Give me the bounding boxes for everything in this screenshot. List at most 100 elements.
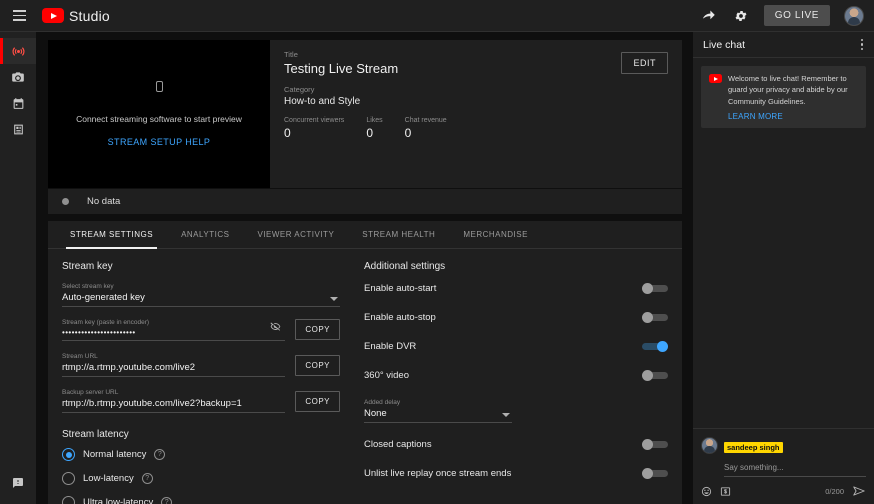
brand-label: Studio <box>69 7 110 24</box>
sidebar-item-schedule[interactable] <box>0 90 36 116</box>
chat-user-column: sandeep singh Say something... <box>724 437 866 477</box>
status-dot <box>62 198 69 205</box>
radio-ultra-low-latency[interactable]: Ultra low-latency ? <box>62 496 340 504</box>
youtube-logo-icon <box>42 8 64 23</box>
select-stream-key-value: Auto-generated key <box>62 292 145 303</box>
added-delay-control[interactable]: Added delay None <box>364 399 512 423</box>
copy-backup-url-button[interactable]: COPY <box>295 391 340 412</box>
stream-url-row: Stream URL rtmp://a.rtmp.youtube.com/liv… <box>62 353 340 377</box>
stream-info-card: Title Testing Live Stream Category How-t… <box>270 40 682 188</box>
radio-button[interactable] <box>62 472 75 485</box>
chevron-down-icon[interactable] <box>330 297 338 301</box>
stream-url-label: Stream URL <box>62 353 98 360</box>
notice-text: Welcome to live chat! Remember to guard … <box>728 74 848 106</box>
live-chat-messages: Welcome to live chat! Remember to guard … <box>693 58 874 428</box>
added-delay-field[interactable]: Added delay None <box>364 399 512 423</box>
top-header: Studio GO LIVE <box>0 0 874 32</box>
video-camera-icon <box>155 81 163 92</box>
share-icon[interactable] <box>700 7 718 25</box>
stream-key-label: Stream key (paste in encoder) <box>62 319 150 326</box>
stream-url-control[interactable]: Stream URL rtmp://a.rtmp.youtube.com/liv… <box>62 353 286 377</box>
kebab-menu-icon[interactable] <box>858 36 867 54</box>
hamburger-icon[interactable] <box>8 5 30 27</box>
select-stream-key-label: Select stream key <box>62 283 114 290</box>
toggle-label: Unlist live replay once stream ends <box>364 468 512 479</box>
camera-icon <box>12 72 24 82</box>
radio-normal-latency[interactable]: Normal latency ? <box>62 448 340 461</box>
radio-button[interactable] <box>62 496 75 504</box>
tab-stream-health[interactable]: STREAM HEALTH <box>348 221 449 248</box>
sidebar-item-stream[interactable] <box>0 38 36 64</box>
backup-url-control[interactable]: Backup server URL rtmp://b.rtmp.youtube.… <box>62 389 286 413</box>
emoji-icon[interactable] <box>701 486 712 497</box>
toggle-row-auto-start: Enable auto-start <box>364 283 668 294</box>
send-icon[interactable] <box>852 484 866 498</box>
toggle-unlist-live-replay[interactable] <box>642 468 668 479</box>
tab-merchandise[interactable]: MERCHANDISE <box>449 221 542 248</box>
studio-brand[interactable]: Studio <box>42 8 110 24</box>
calendar-icon <box>13 97 23 109</box>
eye-off-icon[interactable] <box>270 319 281 337</box>
toggle-enable-dvr[interactable] <box>642 341 668 352</box>
chat-input-area: sandeep singh Say something... 0/200 <box>693 428 874 504</box>
chat-welcome-notice: Welcome to live chat! Remember to guard … <box>701 66 866 128</box>
toggle-enable-auto-stop[interactable] <box>642 312 668 323</box>
stat-likes: Likes 0 <box>366 117 382 140</box>
edit-button[interactable]: EDIT <box>621 52 668 74</box>
youtube-icon <box>709 74 722 83</box>
radio-low-latency[interactable]: Low-latency ? <box>62 472 340 485</box>
toggle-label: Closed captions <box>364 439 432 450</box>
stat-value: 0 <box>284 126 291 140</box>
avatar[interactable] <box>701 437 718 454</box>
live-chat-panel: Live chat Welcome to live chat! Remember… <box>692 32 874 504</box>
radio-button[interactable] <box>62 448 75 461</box>
toggle-row-360-video: 360° video <box>364 370 668 381</box>
backup-url-field: Backup server URL rtmp://b.rtmp.youtube.… <box>62 389 340 413</box>
toggle-row-closed-captions: Closed captions <box>364 439 668 450</box>
learn-more-link[interactable]: LEARN MORE <box>728 112 858 121</box>
sidebar-item-manage[interactable] <box>0 116 36 142</box>
notice-content: Welcome to live chat! Remember to guard … <box>728 73 858 121</box>
go-live-button[interactable]: GO LIVE <box>763 5 830 26</box>
sidebar-item-webcam[interactable] <box>0 64 36 90</box>
toggle-label: Enable auto-start <box>364 283 437 294</box>
stat-value: 0 <box>404 126 412 140</box>
toggle-closed-captions[interactable] <box>642 439 668 450</box>
backup-url-label: Backup server URL <box>62 389 119 396</box>
stream-manage-icon <box>13 124 23 134</box>
toggle-enable-auto-start[interactable] <box>642 283 668 294</box>
select-stream-key-control[interactable]: Select stream key Auto-generated key <box>62 283 340 307</box>
gear-icon[interactable] <box>732 7 750 25</box>
added-delay-label: Added delay <box>364 399 401 406</box>
category-label: Category <box>284 85 315 94</box>
stream-stats: Concurrent viewers 0 Likes 0 Chat revenu… <box>284 117 668 140</box>
chevron-down-icon[interactable] <box>502 413 510 417</box>
tab-viewer-activity[interactable]: VIEWER ACTIVITY <box>243 221 348 248</box>
super-chat-dollar-icon[interactable] <box>720 486 731 497</box>
help-icon[interactable]: ? <box>161 497 173 504</box>
added-delay-value: None <box>364 408 387 419</box>
select-stream-key-field[interactable]: Select stream key Auto-generated key <box>62 283 340 307</box>
stat-chat-revenue: Chat revenue 0 <box>405 117 447 140</box>
stat-concurrent-viewers: Concurrent viewers 0 <box>284 117 344 140</box>
backup-url-value: rtmp://b.rtmp.youtube.com/live2?backup=1 <box>62 398 242 409</box>
copy-stream-url-button[interactable]: COPY <box>295 355 340 376</box>
main-column: Connect streaming software to start prev… <box>36 32 692 504</box>
live-chat-header: Live chat <box>693 32 874 58</box>
toggle-label: Enable DVR <box>364 341 417 352</box>
toggle-360-video[interactable] <box>642 370 668 381</box>
help-icon[interactable]: ? <box>141 473 153 484</box>
stream-setup-help-link[interactable]: STREAM SETUP HELP <box>108 137 211 147</box>
stream-url-field: Stream URL rtmp://a.rtmp.youtube.com/liv… <box>62 353 340 377</box>
copy-stream-key-button[interactable]: COPY <box>295 319 340 340</box>
toggle-row-unlist-replay: Unlist live replay once stream ends <box>364 468 668 479</box>
avatar[interactable] <box>844 5 864 26</box>
chat-message-input[interactable]: Say something... <box>724 458 866 477</box>
tab-analytics[interactable]: ANALYTICS <box>167 221 243 248</box>
tab-stream-settings[interactable]: STREAM SETTINGS <box>56 221 167 249</box>
sidebar-item-feedback[interactable] <box>0 470 36 496</box>
help-icon[interactable]: ? <box>154 449 166 460</box>
stream-key-control[interactable]: Stream key (paste in encoder) ••••••••••… <box>62 319 286 341</box>
stat-label: Chat revenue <box>404 117 447 124</box>
broadcast-icon <box>11 46 25 56</box>
